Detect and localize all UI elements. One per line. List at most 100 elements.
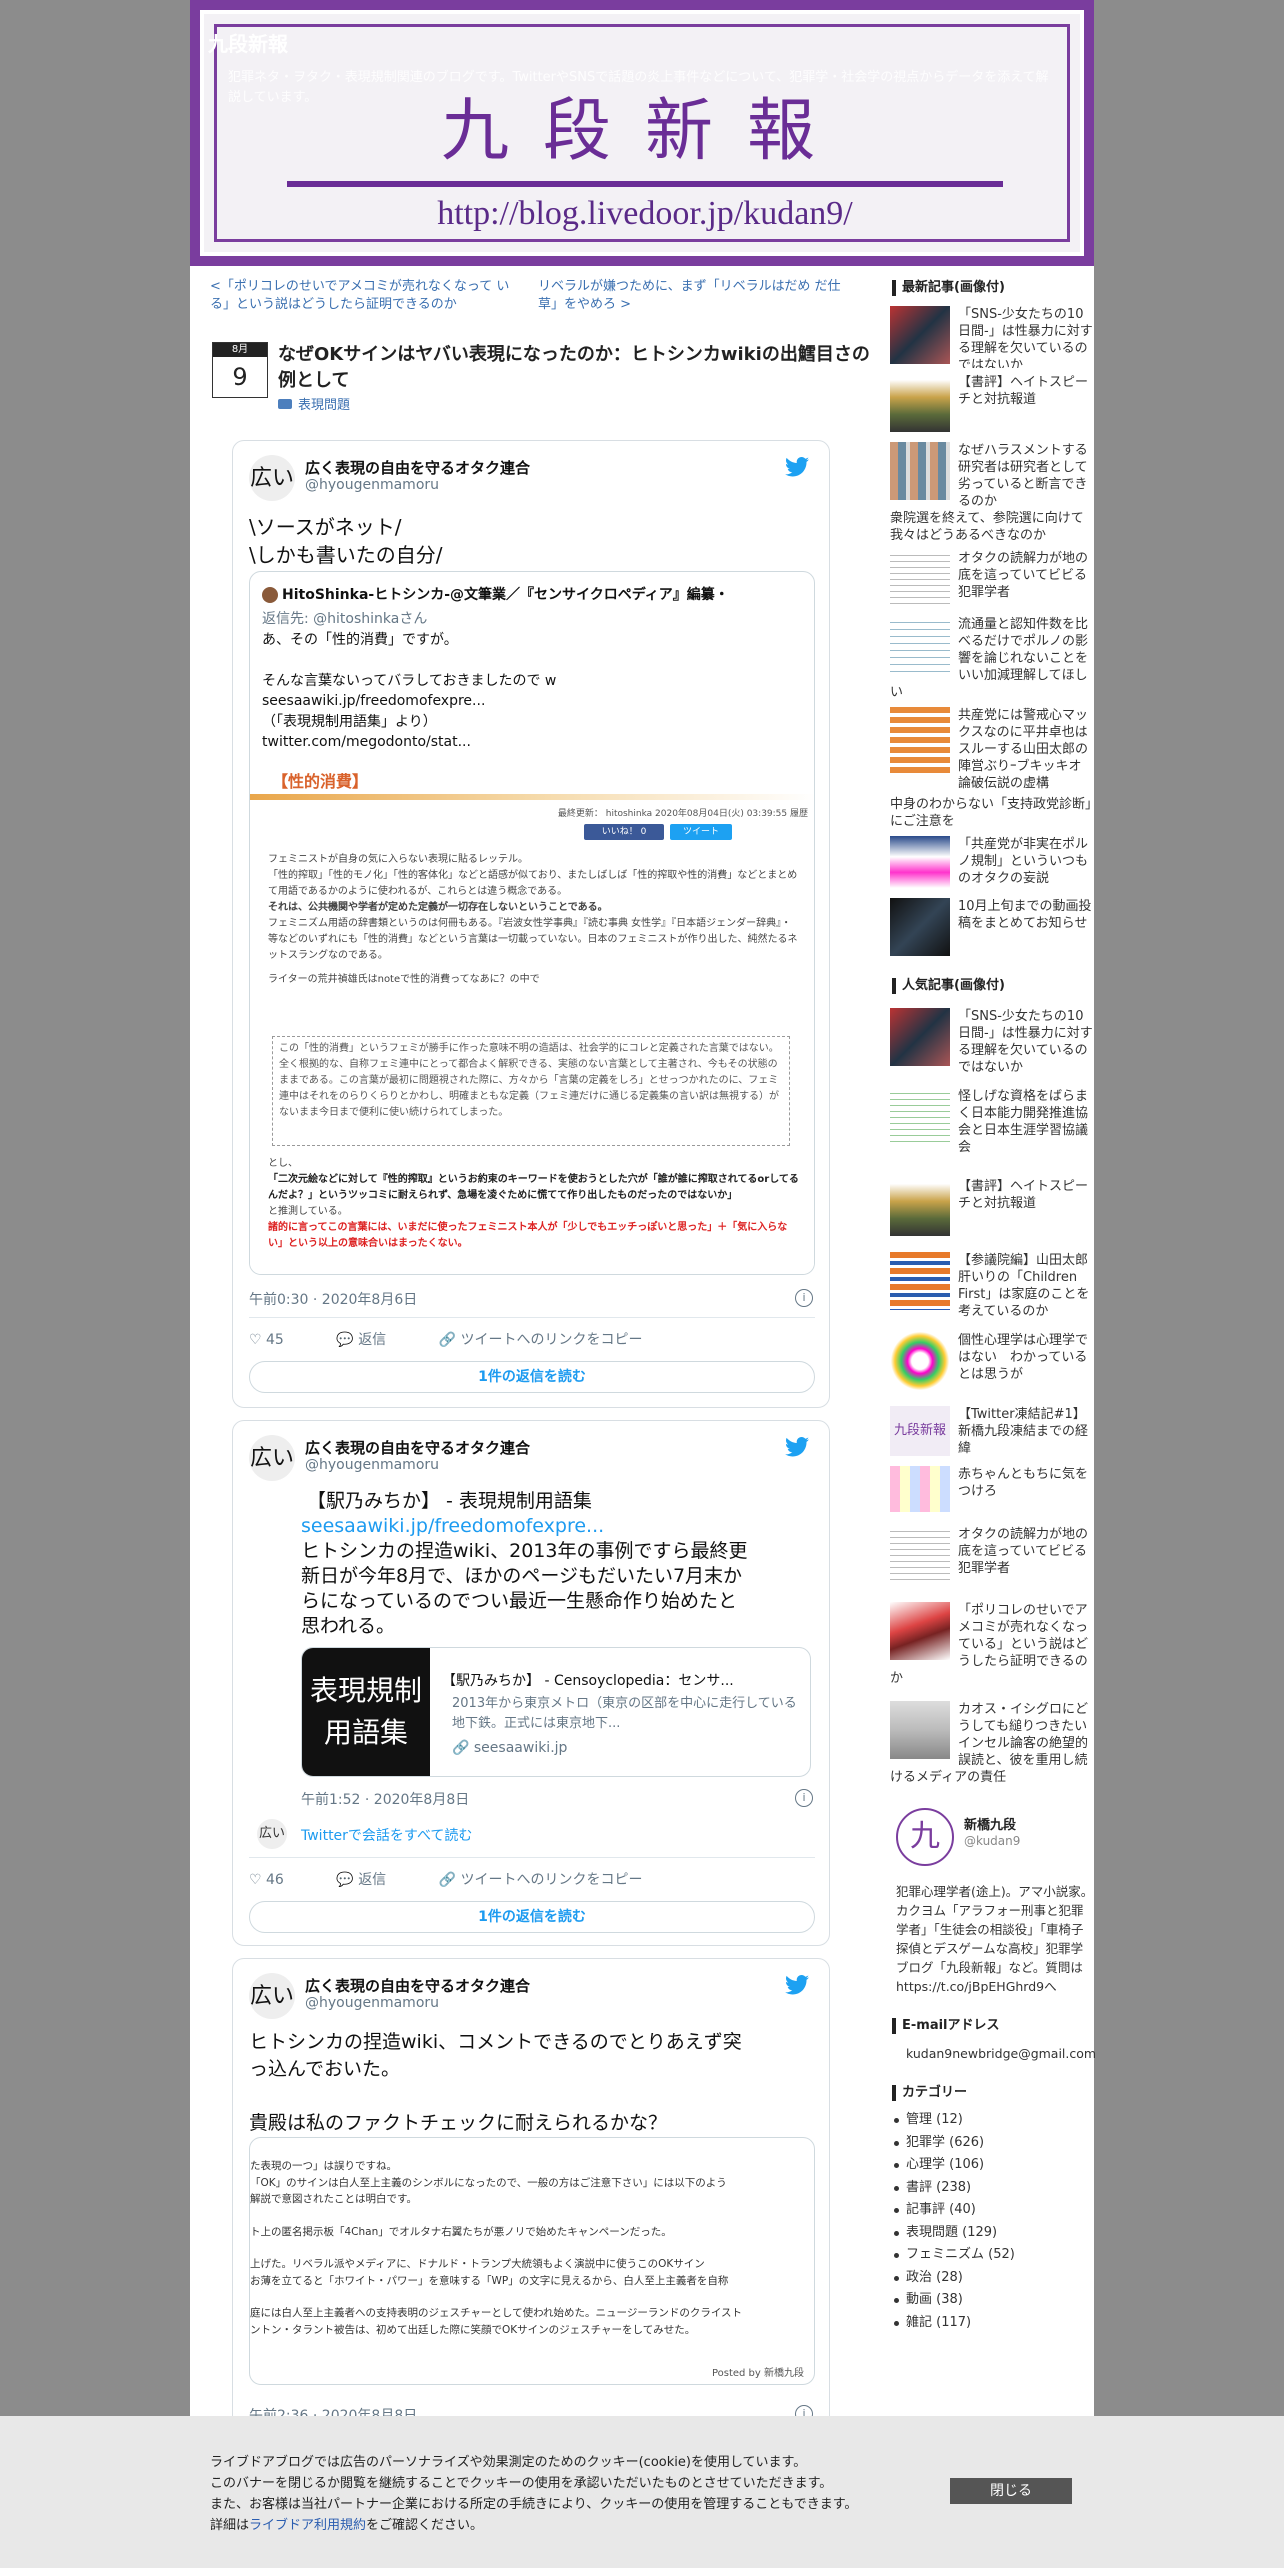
read-conversation-link[interactable]: Twitterで会話をすべて読む [301,1825,472,1845]
popular-item[interactable]: 赤ちゃんともちに気をつけろ [890,1466,1094,1522]
quoted-reply-to[interactable]: 返信先: @hitoshinkaさん [262,608,427,628]
tweet-timestamp[interactable]: 午前1:52 · 2020年8月8日 [301,1789,469,1809]
email-address[interactable]: kudan9newbridge@gmail.com [906,2046,1096,2061]
reply-action[interactable]: 💬 返信 [336,1332,410,1348]
popular-item[interactable]: カオス・イシグロにどうしても縋りつきたいインセル論客の絶望的誤読と、彼を重用し続… [890,1701,1094,1786]
recent-item[interactable]: 中身のわからない「支持政党診断」にご注意を [890,796,1094,830]
category-heading: カテゴリー [892,2085,1094,2101]
post-day: 9 [232,363,248,391]
thread-avatar[interactable]: 広い [257,1819,287,1849]
tweet-text-line: 新日が今年8月で、ほかのページもだいたい7月末か [301,1565,743,1587]
tweet-author-handle[interactable]: @hyougenmamoru [305,1457,439,1473]
quoted-screenshot[interactable]: 【性的消費】 最終更新： hitoshinka 2020年08月04日(火) 0… [250,766,814,1274]
next-article-link[interactable]: リベラルが嫌つために、まず「リベラルはだめ だ仕草」をやめろ > [538,278,858,314]
tweet-author-name[interactable]: 広く表現の自由を守るオタク連合 [305,457,530,478]
tweet-link[interactable]: seesaawiki.jp/freedomofexpre... [301,1514,811,1539]
blog-header[interactable]: 九段新報 http://blog.livedoor.jp/kudan9/ 九段新… [190,0,1094,266]
header-frame: 九段新報 http://blog.livedoor.jp/kudan9/ [200,10,1084,256]
quoted-tweet[interactable]: HitoShinka-ヒトシンカ-@文筆業／『センサイクロペディア』編纂・ 返信… [249,571,815,1275]
post-category[interactable]: 表現問題 [278,394,350,413]
avatar[interactable]: 広い [249,455,295,501]
recent-item[interactable]: 共産党には警戒心マックスなのに平井卓也はスルーする山田太郎の陣営ぶりｰブキッキオ… [890,707,1094,792]
recent-item[interactable]: 「共産党が非実在ポルノ規制」といういつものオタクの妄説 [890,836,1094,892]
category-item[interactable]: 管理 (12) [890,2109,1094,2132]
blog-description: 犯罪ネタ・ヲタク・表現規制関連のブログです。TwitterやSNSで話題の炎上事… [228,70,1049,105]
prev-article-link[interactable]: <「ポリコレのせいでアメコミが売れなくなって いる」という説はどうしたら証明でき… [210,278,520,314]
popular-item[interactable]: 【書評】ヘイトスピーチと対抗報道 [890,1178,1094,1240]
read-replies-button[interactable]: 1件の返信を読む [249,1361,815,1393]
tweet-author-handle[interactable]: @hyougenmamoru [305,477,439,493]
popular-item-title: 【書評】ヘイトスピーチと対抗報道 [958,1179,1089,1211]
like-action[interactable]: ♡ 45 [249,1332,308,1348]
quoted-line: そんな言葉ないってバラしておきましたので w [262,672,557,689]
cookie-line: また、お客様は当社パートナー企業における所定の手続きにより、クッキーの使用を管理… [210,2497,858,2512]
category-item[interactable]: 書評 (238) [890,2177,1094,2200]
header-rule [287,181,1003,187]
article-thumbnail [890,836,950,888]
recent-item[interactable]: 衆院選を終えて、参院選に向けて我々はどうあるべきなのか [890,510,1094,544]
category-item[interactable]: 犯罪学 (626) [890,2132,1094,2155]
avatar[interactable]: 広い [249,1435,295,1481]
popular-item[interactable]: 個性心理学は心理学ではない わかっているとは思うが [890,1332,1094,1394]
comment-screenshot[interactable]: た表現の一つ」は誤りですね。 「OK」のサインは白人至上主義のシンボルになったの… [249,2137,815,2385]
popular-item[interactable]: 【参議院編】山田太郎肝いりの「Children First」は家庭のことを考えて… [890,1252,1094,1320]
screenshot-para: 「二次元絵などに対して『性的搾取』というお約束のキーワードを使おうとした穴が「誰… [268,1174,799,1201]
recent-item[interactable]: なぜハラスメントする研究者は研究者として劣っていると断言できるのか [890,442,1094,506]
cookie-close-button[interactable]: 閉じる [950,2478,1072,2504]
popular-item[interactable]: 九段新報 【Twitter凍結記#1】新橋九段凍結までの経緯 [890,1406,1094,1462]
copy-link-action[interactable]: 🔗 ツイートへのリンクをコピー [439,1332,667,1348]
category-item[interactable]: 政治 (28) [890,2267,1094,2290]
blog-title[interactable]: 九段新報 [208,28,288,57]
twitter-bird-icon[interactable] [785,1975,811,1997]
profile-name[interactable]: 新橋九段 [964,1814,1016,1833]
popular-item-title: 【Twitter凍結記#1】新橋九段凍結までの経緯 [958,1407,1089,1456]
embedded-tweet[interactable]: 広い 広く表現の自由を守るオタク連合 @hyougenmamoru \ソースがネ… [232,440,830,1408]
quoted-link[interactable]: seesaawiki.jp/freedomofexpre... [262,691,556,712]
quoted-link[interactable]: twitter.com/megodonto/stat... [262,732,556,753]
embedded-tweet[interactable]: 広い 広く表現の自由を守るオタク連合 @hyougenmamoru ヒトシンカの… [232,1958,830,2428]
category-item[interactable]: 雑記 (117) [890,2312,1094,2335]
recent-item[interactable]: オタクの読解力が地の底を這っていてビビる犯罪学者 [890,550,1094,610]
popular-item[interactable]: 「ポリコレのせいでアメコミが売れなくなっている」という説はどうしたら証明できるの… [890,1602,1094,1687]
card-domain-label: seesaawiki.jp [473,1740,568,1756]
tweet-text-line: っ込んでおいた。 [249,2058,401,2080]
post-title[interactable]: なぜOKサインはヤバい表現になったのか：ヒトシンカwikiの出鱈目さの例として [278,342,878,394]
copy-link-action[interactable]: 🔗 ツイートへのリンクをコピー [439,1872,667,1888]
twitter-bird-icon[interactable] [785,1437,811,1459]
quoted-author[interactable]: HitoShinka-ヒトシンカ-@文筆業／『センサイクロペディア』編纂・ [262,584,729,604]
category-item[interactable]: 記事評 (40) [890,2199,1094,2222]
popular-item[interactable]: 「SNS-少女たちの10日間-」は性暴力に対する理解を欠いているのではないか [890,1008,1094,1074]
profile-block[interactable]: 九 新橋九段 @kudan9 [890,1808,1094,1868]
tweet-author-name[interactable]: 広く表現の自由を守るオタク連合 [305,1975,530,1996]
screenshot-like-button: いいね！ 0 [584,824,664,840]
recent-item[interactable]: 流通量と認知件数を比べるだけでポルノの影響を論じれないことをいい加減理解してほし… [890,616,1094,701]
tweet-author-name[interactable]: 広く表現の自由を守るオタク連合 [305,1437,530,1458]
popular-item[interactable]: オタクの読解力が地の底を這っていてビビる犯罪学者 [890,1526,1094,1592]
terms-link[interactable]: ライブドア利用規約 [249,2518,366,2533]
recent-item[interactable]: 「SNS-少女たちの10日間-」は性暴力に対する理解を欠いているのではないか [890,306,1094,368]
tweet-timestamp[interactable]: 午前0:30 · 2020年8月6日 [249,1289,417,1309]
like-action[interactable]: ♡ 46 [249,1872,308,1888]
profile-avatar[interactable]: 九 [896,1808,954,1866]
header-url[interactable]: http://blog.livedoor.jp/kudan9/ [217,195,1073,233]
link-card[interactable]: 表現規制 用語集 【駅乃みちか】 - Censoyclopedia：センサ...… [301,1647,811,1777]
profile-bio: 犯罪心理学者(途上)。アマ小説家。カクヨム「アラフォー刑事と犯罪学者」「生徒会の… [896,1884,1094,1994]
embedded-tweet[interactable]: 広い 広く表現の自由を守るオタク連合 @hyougenmamoru 【駅乃みちか… [232,1420,830,1946]
tweet-author-handle[interactable]: @hyougenmamoru [305,1995,439,2011]
info-icon[interactable]: i [795,1789,813,1807]
folder-icon [278,399,292,409]
twitter-bird-icon[interactable] [785,457,811,479]
page: 九段新報 http://blog.livedoor.jp/kudan9/ 九段新… [190,0,1096,2568]
reply-action[interactable]: 💬 返信 [336,1872,410,1888]
tweet-text-line: 思われる。 [301,1615,396,1637]
popular-item[interactable]: 怪しげな資格をばらまく日本能力開発推進協会と日本生涯学習協議会 [890,1088,1094,1168]
category-item[interactable]: 心理学 (106) [890,2154,1094,2177]
recent-item[interactable]: 10月上旬までの動画投稿をまとめてお知らせ [890,898,1094,960]
recent-item[interactable]: 【書評】ヘイトスピーチと対抗報道 [890,374,1094,436]
avatar[interactable]: 広い [249,1973,295,2019]
read-replies-button[interactable]: 1件の返信を読む [249,1901,815,1933]
info-icon[interactable]: i [795,1289,813,1307]
category-item[interactable]: 動画 (38) [890,2289,1094,2312]
category-item[interactable]: 表現問題 (129) [890,2222,1094,2245]
category-item[interactable]: フェミニズム (52) [890,2244,1094,2267]
